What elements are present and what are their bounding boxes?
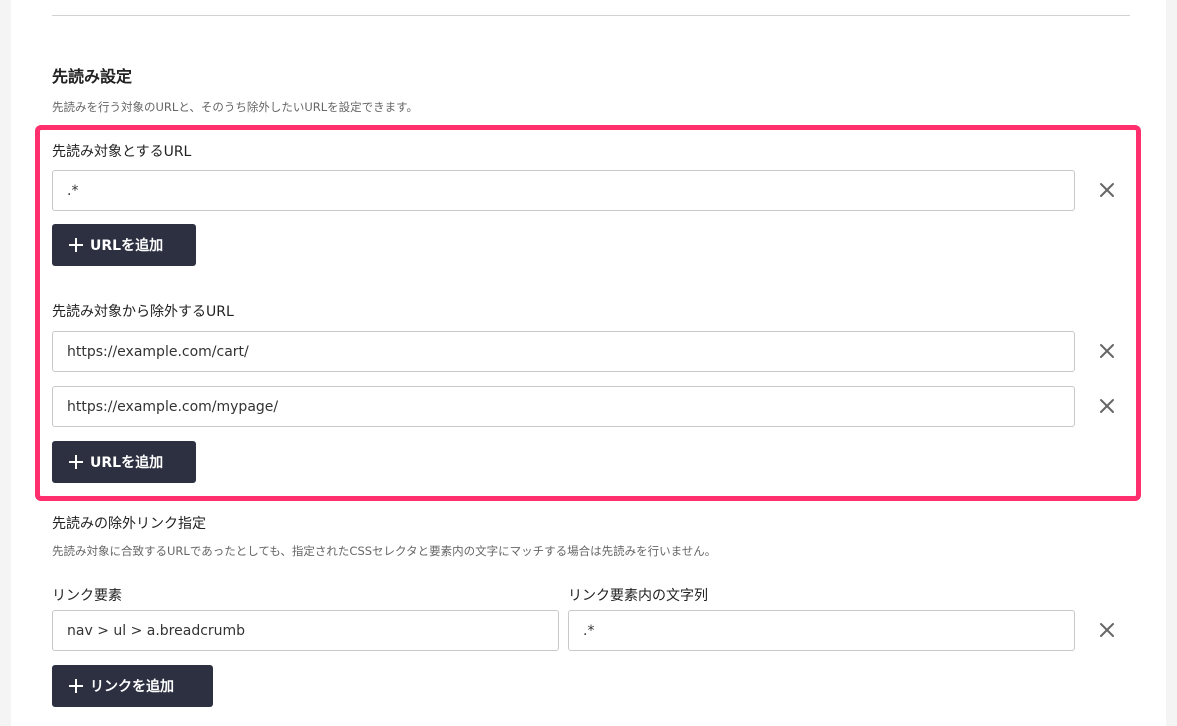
exclude-links-title: 先読みの除外リンク指定 — [52, 516, 206, 532]
remove-exclude-url-button-2[interactable] — [1097, 396, 1117, 416]
link-text-label: リンク要素内の文字列 — [568, 588, 708, 604]
target-url-label: 先読み対象とするURL — [52, 144, 192, 160]
exclude-url-input-2[interactable]: https://example.com/mypage/ — [52, 386, 1075, 427]
remove-exclude-url-button-1[interactable] — [1097, 341, 1117, 361]
close-icon — [1100, 399, 1114, 413]
close-icon — [1100, 183, 1114, 197]
add-link-button[interactable]: リンクを追加 — [52, 665, 213, 707]
prefetch-settings-title: 先読み設定 — [52, 67, 133, 86]
remove-link-button[interactable] — [1097, 620, 1117, 640]
add-target-url-label: URLを追加 — [90, 238, 164, 254]
plus-icon — [68, 454, 84, 470]
link-text-input[interactable]: .* — [568, 610, 1075, 651]
close-icon — [1100, 344, 1114, 358]
add-exclude-url-label: URLを追加 — [90, 455, 164, 471]
plus-icon — [68, 237, 84, 253]
section-divider — [52, 15, 1130, 16]
exclude-url-label: 先読み対象から除外するURL — [52, 304, 234, 320]
add-link-label: リンクを追加 — [90, 679, 174, 695]
link-element-input[interactable]: nav > ul > a.breadcrumb — [52, 610, 559, 651]
plus-icon — [68, 678, 84, 694]
add-exclude-url-button[interactable]: URLを追加 — [52, 441, 196, 483]
remove-target-url-button[interactable] — [1097, 180, 1117, 200]
prefetch-settings-description: 先読みを行う対象のURLと、そのうち除外したいURLを設定できます。 — [52, 100, 419, 114]
add-target-url-button[interactable]: URLを追加 — [52, 224, 196, 266]
link-element-label: リンク要素 — [52, 588, 122, 604]
target-url-input[interactable]: .* — [52, 170, 1075, 211]
exclude-links-description: 先読み対象に合致するURLであったとしても、指定されたCSSセレクタと要素内の文… — [52, 544, 717, 558]
exclude-url-input-1[interactable]: https://example.com/cart/ — [52, 331, 1075, 372]
close-icon — [1100, 623, 1114, 637]
